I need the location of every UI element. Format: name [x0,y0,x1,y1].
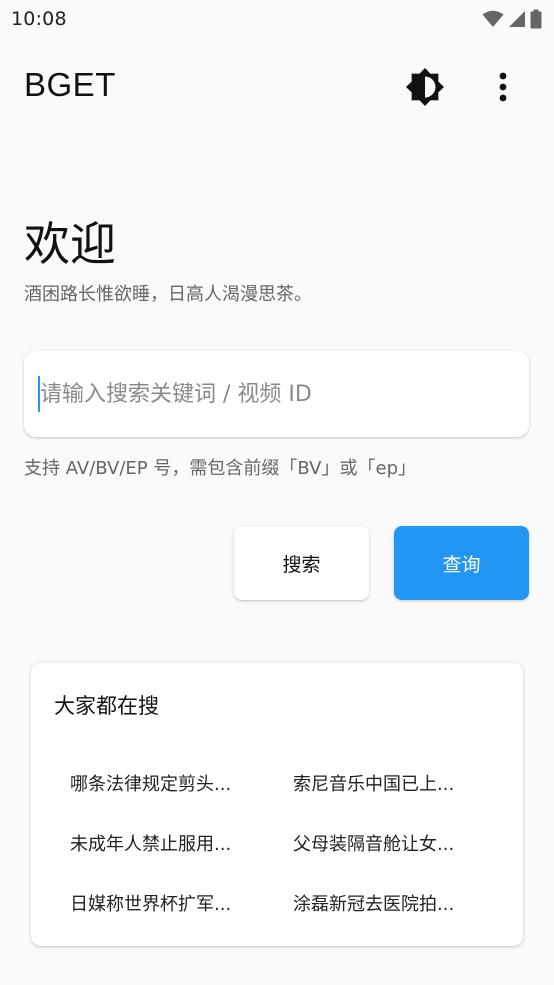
search-box[interactable] [24,351,529,437]
trending-card: 大家都在搜 哪条法律规定剪头... 索尼音乐中国已上... 未成年人禁止服用..… [31,663,523,946]
trending-title: 大家都在搜 [54,694,159,718]
query-button[interactable]: 查询 [394,526,529,600]
search-input[interactable] [40,374,500,414]
search-button[interactable]: 搜索 [234,526,369,600]
theme-toggle-button[interactable] [402,64,448,110]
more-options-button[interactable] [482,64,524,110]
more-vert-icon [499,72,507,102]
status-bar: 10:08 [0,0,554,38]
trending-item[interactable]: 父母装隔音舱让女... [293,813,510,873]
status-icons [482,9,542,29]
trending-list: 哪条法律规定剪头... 索尼音乐中国已上... 未成年人禁止服用... 父母装隔… [70,753,510,933]
search-helper-text: 支持 AV/BV/EP 号，需包含前缀「BV」或「ep」 [24,458,416,479]
welcome-title: 欢迎 [24,217,116,271]
status-time: 10:08 [11,8,67,30]
app-title: BGET [24,66,116,103]
brightness-icon [406,68,444,106]
app-bar: BGET [0,56,554,118]
trending-item[interactable]: 未成年人禁止服用... [70,813,293,873]
trending-item[interactable]: 哪条法律规定剪头... [70,753,293,813]
trending-item[interactable]: 索尼音乐中国已上... [293,753,510,813]
trending-item[interactable]: 日媒称世界杯扩军... [70,873,293,933]
wifi-icon [482,10,504,27]
trending-item[interactable]: 涂磊新冠去医院拍... [293,873,510,933]
battery-icon [530,9,542,29]
signal-icon [509,11,525,27]
welcome-subtitle: 酒困路长惟欲睡，日高人渴漫思茶。 [24,284,312,305]
